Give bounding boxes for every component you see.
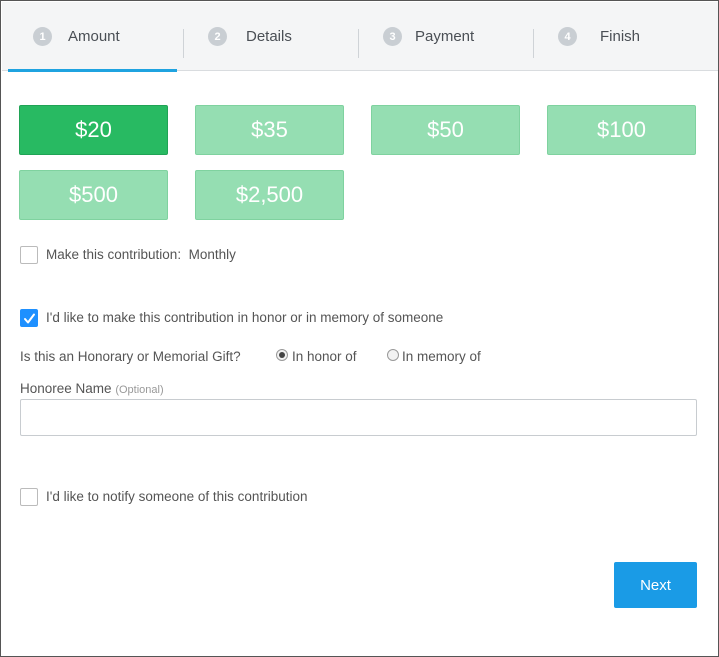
tab-label-payment: Payment xyxy=(415,28,475,45)
tribute-label: I'd like to make this contribution in ho… xyxy=(46,310,444,325)
tab-finish[interactable]: 4 Finish xyxy=(534,2,709,71)
step-number-1: 1 xyxy=(33,27,52,46)
tab-label-details: Details xyxy=(246,28,292,45)
recurring-checkbox[interactable] xyxy=(20,246,38,264)
tab-label-finish: Finish xyxy=(600,28,641,45)
optional-hint: (Optional) xyxy=(115,384,164,396)
step-number-3: 3 xyxy=(383,27,402,46)
step-tabs: 1 Amount 2 Details 3 Payment 4 Finish xyxy=(2,2,718,72)
honoree-name-input[interactable] xyxy=(20,399,697,436)
tab-amount[interactable]: 1 Amount xyxy=(2,2,177,72)
radio-in-memory[interactable] xyxy=(387,349,399,361)
amount-button-2500[interactable]: $2,500 xyxy=(195,170,344,220)
recurring-label: Make this contribution: Monthly xyxy=(46,247,236,262)
amount-button-35[interactable]: $35 xyxy=(195,105,344,155)
recurring-label-text: Make this contribution: xyxy=(46,247,182,262)
amount-button-50[interactable]: $50 xyxy=(371,105,520,155)
donation-form: 1 Amount 2 Details 3 Payment 4 Finish $2… xyxy=(0,0,719,657)
checkmark-icon xyxy=(24,313,35,324)
next-button[interactable]: Next xyxy=(614,562,697,608)
tab-payment[interactable]: 3 Payment xyxy=(359,2,534,71)
amount-button-500[interactable]: $500 xyxy=(19,170,168,220)
tab-details[interactable]: 2 Details xyxy=(184,2,359,71)
notify-checkbox[interactable] xyxy=(20,488,38,506)
step-number-2: 2 xyxy=(208,27,227,46)
tribute-checkbox[interactable] xyxy=(20,309,38,327)
honoree-label: Honoree Name (Optional) xyxy=(20,381,164,396)
honoree-label-text: Honoree Name xyxy=(20,381,112,396)
step-number-4: 4 xyxy=(558,27,577,46)
radio-label-in-honor[interactable]: In honor of xyxy=(292,349,357,364)
amount-button-20[interactable]: $20 xyxy=(19,105,168,155)
radio-label-in-memory[interactable]: In memory of xyxy=(402,349,481,364)
amount-button-100[interactable]: $100 xyxy=(547,105,696,155)
radio-in-honor[interactable] xyxy=(276,349,288,361)
tab-label-amount: Amount xyxy=(68,28,120,45)
gift-type-question: Is this an Honorary or Memorial Gift? xyxy=(20,349,241,364)
recurring-frequency: Monthly xyxy=(188,247,236,262)
notify-label: I'd like to notify someone of this contr… xyxy=(46,489,308,504)
